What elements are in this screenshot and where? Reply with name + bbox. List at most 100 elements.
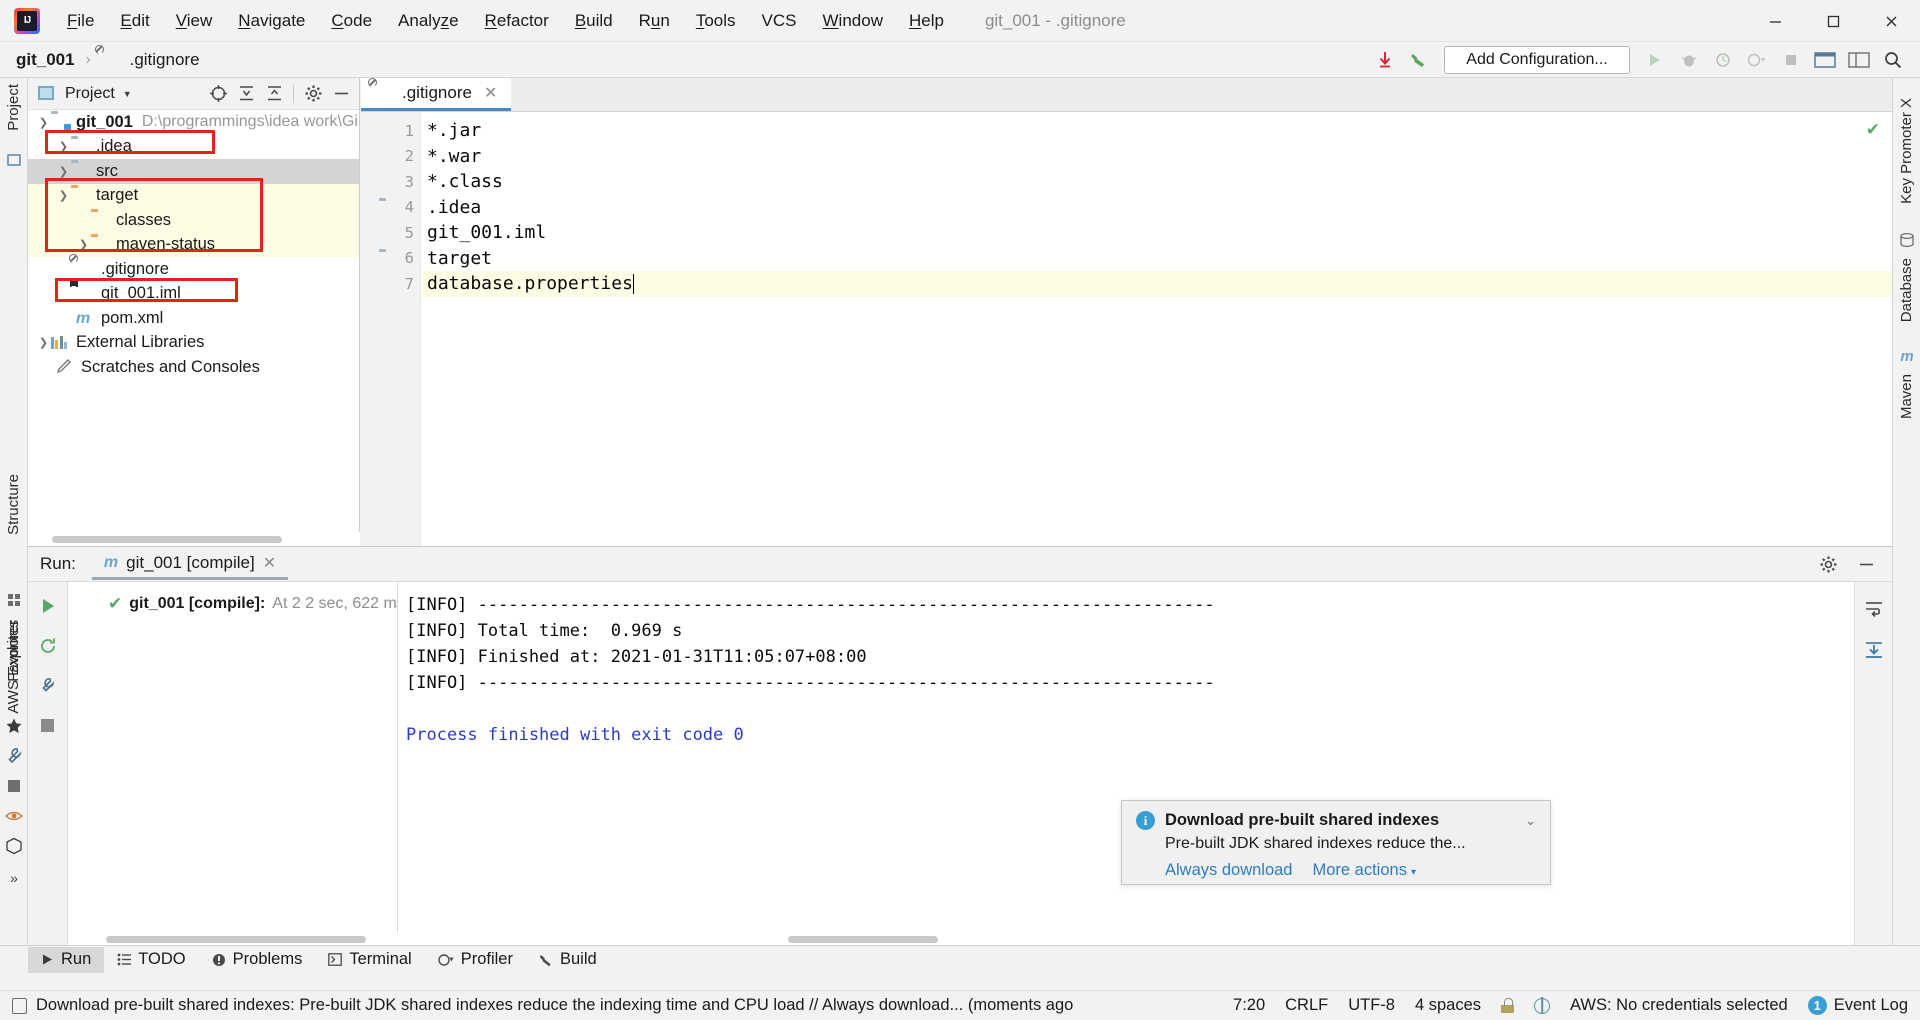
caret-position[interactable]: 7:20: [1233, 996, 1265, 1015]
tree-row-maven-status[interactable]: ❯ maven-status: [28, 232, 359, 257]
line-separator[interactable]: CRLF: [1285, 996, 1328, 1015]
bottom-tab-run[interactable]: Run: [28, 946, 105, 973]
collapse-all-icon[interactable]: [261, 81, 287, 107]
tree-row-src[interactable]: ❯ src: [28, 159, 359, 184]
menu-vcs[interactable]: VCS: [749, 7, 810, 34]
terminal-toolbar-icon[interactable]: [1808, 45, 1842, 75]
run-with-coverage-button[interactable]: [1706, 45, 1740, 75]
bottom-tab-todo[interactable]: TODO: [104, 947, 198, 973]
build-hammer-icon[interactable]: [1402, 45, 1436, 75]
more-strip-icon[interactable]: »: [4, 868, 24, 888]
notification-balloon-icon[interactable]: [12, 997, 27, 1014]
menu-file[interactable]: File: [54, 7, 107, 34]
soft-wrap-icon[interactable]: [1860, 594, 1888, 622]
menu-tools[interactable]: Tools: [683, 7, 749, 34]
stop-button[interactable]: [1774, 45, 1808, 75]
select-opened-file-icon[interactable]: [205, 81, 231, 107]
run-task-row[interactable]: ✔ git_001 [compile]: At 2 2 sec, 622 ms: [68, 582, 405, 616]
close-icon[interactable]: ✕: [263, 553, 276, 573]
menu-code[interactable]: Code: [318, 7, 385, 34]
commit-icon[interactable]: [4, 150, 24, 170]
run-tab-git_001-compile[interactable]: m git_001 [compile] ✕: [91, 549, 289, 580]
profile-button[interactable]: [1740, 45, 1774, 75]
more-actions-link[interactable]: More actions ▾: [1313, 861, 1417, 880]
chevron-right-icon[interactable]: ❯: [76, 238, 91, 251]
chevron-expanded-icon[interactable]: ❯: [56, 189, 71, 202]
globe-icon[interactable]: [1534, 997, 1551, 1014]
expand-all-icon[interactable]: [233, 81, 259, 107]
chevron-down-icon[interactable]: ⌄: [1525, 813, 1536, 829]
menu-edit[interactable]: Edit: [107, 7, 162, 34]
toggle-tasks-icon[interactable]: [34, 672, 62, 700]
close-button[interactable]: [1862, 0, 1920, 42]
add-configuration-button[interactable]: Add Configuration...: [1444, 46, 1630, 74]
file-encoding[interactable]: UTF-8: [1348, 996, 1395, 1015]
update-project-icon[interactable]: [1368, 45, 1402, 75]
settings-gear-icon[interactable]: [1814, 551, 1842, 577]
chevron-down-icon[interactable]: ▼: [123, 89, 132, 99]
strip-key-promoter-label[interactable]: Key Promoter X: [1898, 98, 1915, 204]
menu-build[interactable]: Build: [562, 7, 626, 34]
tree-row-pom-xml[interactable]: m pom.xml: [28, 306, 359, 331]
editor-gutter[interactable]: 1 2 3 4 5 6 7: [361, 112, 421, 546]
tree-row-scratches[interactable]: Scratches and Consoles: [28, 355, 359, 380]
aws-cube-icon[interactable]: [4, 836, 24, 856]
event-log-button[interactable]: 1 Event Log: [1807, 996, 1908, 1016]
chevron-right-icon[interactable]: ❯: [56, 165, 71, 178]
always-download-link[interactable]: Always download: [1165, 861, 1293, 880]
rerun-icon[interactable]: [34, 592, 62, 620]
rerun-failed-icon[interactable]: [34, 632, 62, 660]
inspection-status-icon[interactable]: ✔: [1866, 120, 1880, 140]
strip-maven-label[interactable]: Maven: [1898, 374, 1915, 419]
search-icon[interactable]: [1876, 45, 1910, 75]
tree-row-target[interactable]: ❯ target: [28, 183, 359, 208]
bottom-tab-problems[interactable]: Problems: [199, 947, 316, 973]
notification-popup[interactable]: i Download pre-built shared indexes ⌄ Pr…: [1121, 800, 1551, 885]
menu-view[interactable]: View: [163, 7, 226, 34]
project-tree-horizontal-scrollbar[interactable]: [28, 532, 360, 546]
bottom-tab-terminal[interactable]: Terminal: [315, 947, 424, 973]
tree-row-git_001-iml[interactable]: git_001.iml: [28, 278, 359, 307]
tree-row-classes[interactable]: classes: [28, 208, 359, 233]
hide-run-panel-icon[interactable]: [1852, 551, 1880, 577]
gear-icon[interactable]: [300, 81, 326, 107]
tree-row-git_001[interactable]: ❯ git_001 D:\programmings\idea work\Gi: [28, 110, 359, 135]
wrench-icon[interactable]: [4, 746, 24, 766]
breadcrumb-project[interactable]: git_001: [16, 50, 75, 70]
code-text-area[interactable]: *.jar *.war *.class .idea git_001.iml ta…: [421, 112, 1892, 546]
breadcrumb-file[interactable]: .gitignore: [130, 50, 200, 70]
eye-icon[interactable]: [4, 806, 24, 826]
stop-run-icon[interactable]: [34, 712, 62, 740]
aws-status[interactable]: AWS: No credentials selected: [1570, 996, 1788, 1015]
bottom-tab-build[interactable]: Build: [526, 947, 610, 973]
tree-row-idea[interactable]: ❯ .idea: [28, 135, 359, 160]
menu-window[interactable]: Window: [810, 7, 896, 34]
tree-row-external-libraries[interactable]: ❯ External Libraries: [28, 331, 359, 356]
menu-analyze[interactable]: Analyze: [385, 7, 472, 34]
maximize-button[interactable]: [1804, 0, 1862, 42]
chevron-expanded-icon[interactable]: ❯: [36, 116, 51, 129]
strip-structure-label[interactable]: Structure: [5, 474, 22, 535]
strip-project-label[interactable]: Project: [5, 84, 22, 131]
run-button[interactable]: [1638, 45, 1672, 75]
hide-panel-icon[interactable]: [328, 81, 354, 107]
strip-database-label[interactable]: Database: [1898, 258, 1915, 322]
menu-help[interactable]: Help: [896, 7, 957, 34]
menu-refactor[interactable]: Refactor: [472, 7, 562, 34]
lock-icon[interactable]: [1501, 998, 1515, 1013]
star-icon[interactable]: [4, 716, 24, 736]
close-icon[interactable]: ✕: [484, 83, 497, 103]
layout-toolbar-icon[interactable]: [1842, 45, 1876, 75]
menu-navigate[interactable]: Navigate: [225, 7, 318, 34]
minimize-button[interactable]: [1746, 0, 1804, 42]
chevron-right-icon[interactable]: ❯: [36, 336, 51, 349]
strip-aws-explorer-label[interactable]: AWS Explorer: [5, 620, 22, 714]
console-output[interactable]: [INFO] ---------------------------------…: [398, 582, 1854, 946]
editor-tab-gitignore[interactable]: .gitignore ✕: [361, 78, 512, 111]
debug-button[interactable]: [1672, 45, 1706, 75]
scroll-to-end-icon[interactable]: [1860, 636, 1888, 664]
stop-strip-icon[interactable]: [4, 776, 24, 796]
status-message-area[interactable]: Download pre-built shared indexes: Pre-b…: [12, 996, 1073, 1015]
menu-run[interactable]: Run: [626, 7, 683, 34]
bottom-tab-profiler[interactable]: Profiler: [425, 947, 526, 973]
